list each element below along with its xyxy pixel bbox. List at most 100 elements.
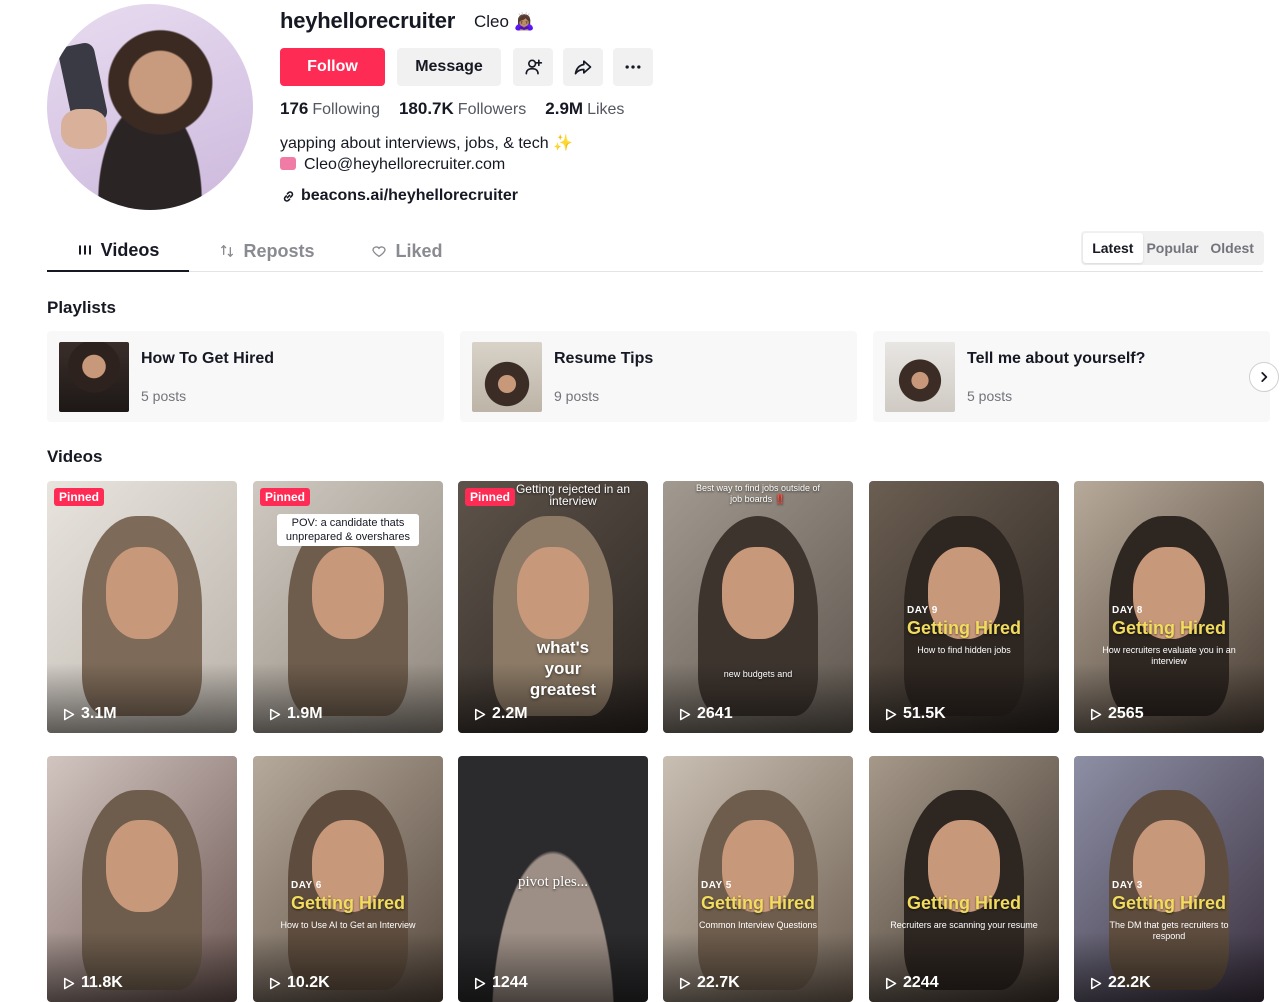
video-overlay-text: new budgets and <box>723 669 793 679</box>
sort-latest[interactable]: Latest <box>1083 233 1143 263</box>
video-card[interactable]: Best way to find jobs outside of job boa… <box>663 481 853 733</box>
view-count: 2.2M <box>472 705 528 723</box>
tab-liked-label: Liked <box>395 240 443 261</box>
play-icon <box>269 708 281 720</box>
profile-nickname: Cleo 🙇🏽‍♀️ <box>474 12 535 31</box>
chevron-right-icon <box>1261 372 1268 382</box>
love-letter-icon <box>280 157 296 170</box>
view-count: 10.2K <box>267 974 330 992</box>
following-stat[interactable]: 176 Following <box>280 99 380 119</box>
video-subtitle-overlay: How recruiters evaluate you in an interv… <box>1102 645 1236 666</box>
play-icon <box>1090 977 1102 989</box>
follow-button[interactable]: Follow <box>280 48 385 86</box>
video-card[interactable]: DAY 9 Getting Hired How to find hidden j… <box>869 481 1059 733</box>
likes-stat: 2.9M Likes <box>545 99 624 119</box>
video-card[interactable]: DAY 3 Getting Hired The DM that gets rec… <box>1074 756 1264 1002</box>
view-count: 51.5K <box>883 705 946 723</box>
bio-email: Cleo@heyhellorecruiter.com <box>304 156 506 173</box>
profile-bio: yapping about interviews, jobs, & tech ✨… <box>280 133 573 175</box>
tab-liked[interactable]: Liked <box>357 230 457 272</box>
playlist-count: 9 posts <box>554 388 600 404</box>
playlist-name: Resume Tips <box>554 350 654 367</box>
likes-count: 2.9M <box>545 99 584 118</box>
share-button[interactable] <box>563 48 603 86</box>
video-card[interactable]: DAY 8 Getting Hired How recruiters evalu… <box>1074 481 1264 733</box>
play-icon <box>885 977 897 989</box>
likes-label: Likes <box>587 101 625 118</box>
hand-shape <box>61 109 107 149</box>
playlist-name: Tell me about yourself? <box>967 350 1146 367</box>
play-icon <box>474 708 486 720</box>
video-day-label: DAY 6 <box>291 880 322 891</box>
tab-reposts[interactable]: Reposts <box>207 230 327 272</box>
video-card[interactable]: Pinned POV: a candidate thats unprepared… <box>253 481 443 733</box>
video-day-label: DAY 5 <box>701 880 732 891</box>
video-title-overlay: Getting Hired <box>906 618 1021 638</box>
repost-icon <box>221 245 234 257</box>
profile-stats: 176 Following 180.7K Followers 2.9M Likes <box>280 99 624 119</box>
playlist-thumbnail <box>59 342 129 412</box>
following-label: Following <box>312 101 380 118</box>
view-count: 22.7K <box>677 974 740 992</box>
bio-line: yapping about interviews, jobs, & tech ✨ <box>280 135 573 152</box>
playlist-count: 5 posts <box>141 388 187 404</box>
playlist-card[interactable]: How To Get Hired 5 posts <box>47 331 444 422</box>
video-title-overlay: Getting Hired <box>290 893 405 913</box>
followers-count: 180.7K <box>398 99 454 118</box>
view-count: 22.2K <box>1088 974 1151 992</box>
sort-popular[interactable]: Popular <box>1143 233 1203 263</box>
video-card[interactable]: Getting Hired Recruiters are scanning yo… <box>869 756 1059 1002</box>
video-card[interactable]: Pinned Getting rejected in an interview … <box>458 481 648 733</box>
more-icon <box>625 65 641 69</box>
profile-link-text: beacons.ai/heyhellorecruiter <box>301 187 518 204</box>
playlists-next-button[interactable] <box>1249 362 1279 392</box>
video-sort-toggle: Latest Popular Oldest <box>1081 231 1264 265</box>
more-options-button[interactable] <box>613 48 653 86</box>
message-button[interactable]: Message <box>397 48 501 86</box>
video-card[interactable]: pivot ples... 1244 <box>458 756 648 1002</box>
play-icon <box>679 977 691 989</box>
followers-label: Followers <box>457 101 527 118</box>
share-icon <box>574 60 592 75</box>
video-day-label: DAY 3 <box>1112 880 1143 891</box>
video-day-label: DAY 8 <box>1112 605 1143 616</box>
video-overlay-text: what's your greatest <box>529 638 597 699</box>
video-card[interactable]: 11.8K <box>47 756 237 1002</box>
video-card[interactable]: DAY 6 Getting Hired How to Use AI to Get… <box>253 756 443 1002</box>
playlist-card[interactable]: Resume Tips 9 posts <box>460 331 857 422</box>
playlist-name: How To Get Hired <box>141 350 275 367</box>
bio-email-line: Cleo@heyhellorecruiter.com <box>280 154 573 175</box>
add-user-icon <box>525 59 543 75</box>
view-count: 1244 <box>472 974 528 992</box>
tab-videos-label: Videos <box>100 239 160 260</box>
playlist-thumbnail <box>472 342 542 412</box>
profile-username: heyhellorecruiter <box>280 8 456 33</box>
video-day-label: DAY 9 <box>907 605 938 616</box>
video-caption: POV: a candidate thats unprepared & over… <box>277 514 419 546</box>
tab-reposts-label: Reposts <box>243 240 315 261</box>
add-friend-button[interactable] <box>513 48 553 86</box>
video-card[interactable]: DAY 5 Getting Hired Common Interview Que… <box>663 756 853 1002</box>
video-card[interactable]: Pinned 3.1M <box>47 481 237 733</box>
play-icon <box>1090 708 1102 720</box>
play-icon <box>885 708 897 720</box>
view-count: 2244 <box>883 974 939 992</box>
profile-avatar[interactable] <box>47 4 253 210</box>
view-count: 1.9M <box>267 705 323 723</box>
sort-oldest[interactable]: Oldest <box>1202 233 1262 263</box>
video-title-overlay: Getting Hired <box>906 893 1021 913</box>
followers-stat[interactable]: 180.7K Followers <box>399 99 526 119</box>
liked-heart-icon <box>372 246 387 258</box>
video-subtitle-overlay: How to find hidden jobs <box>917 645 1011 655</box>
profile-link[interactable]: beacons.ai/heyhellorecruiter <box>282 187 518 205</box>
view-count: 2565 <box>1088 705 1144 723</box>
video-subtitle-overlay: The DM that gets recruiters to respond <box>1109 920 1229 941</box>
play-icon <box>474 977 486 989</box>
following-count: 176 <box>280 99 309 118</box>
playlist-count: 5 posts <box>967 388 1013 404</box>
playlists-heading: Playlists <box>47 298 116 317</box>
playlist-card[interactable]: Tell me about yourself? 5 posts <box>873 331 1270 422</box>
video-caption: Getting rejected in an interview <box>515 482 631 508</box>
tab-videos[interactable]: Videos <box>47 230 189 272</box>
play-icon <box>269 977 281 989</box>
